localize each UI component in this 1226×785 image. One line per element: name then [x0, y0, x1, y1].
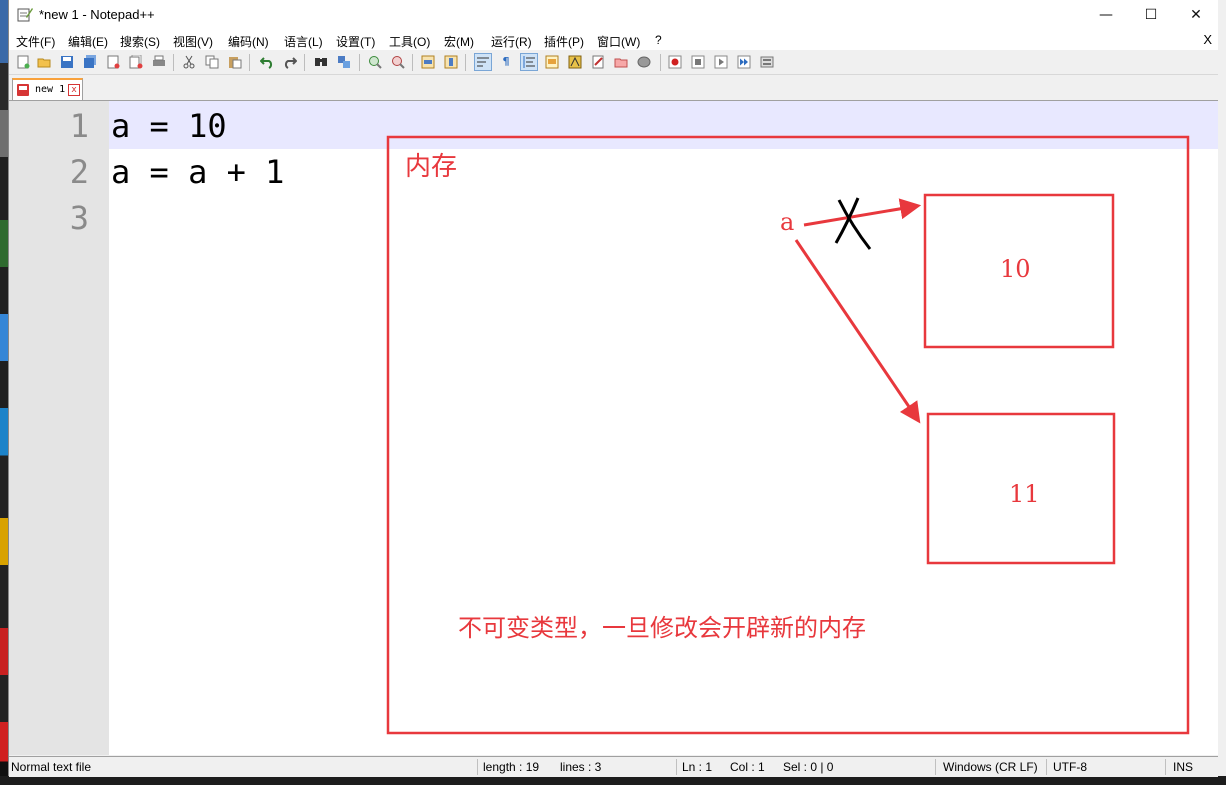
memory-label: 内存	[405, 152, 457, 182]
caption-text: 不可变类型，一旦修改会开辟新的内存	[458, 614, 866, 642]
memory-diagram-overlay: 内存 10 11 a 不可变类型，一旦修改会开辟新的内存	[386, 135, 1190, 735]
new-reference-arrow	[794, 239, 921, 424]
variable-label: a	[780, 208, 794, 236]
memory-box-old-value: 10	[1000, 255, 1031, 283]
old-reference-arrow	[803, 198, 922, 227]
memory-box-new-value: 11	[1009, 480, 1040, 508]
